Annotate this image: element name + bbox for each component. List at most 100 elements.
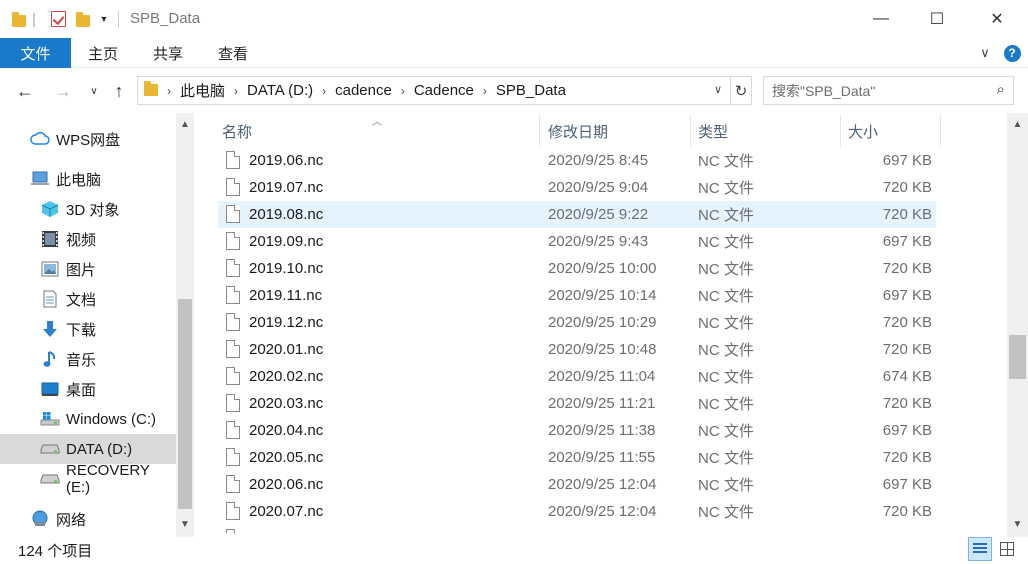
breadcrumb-chevron-icon[interactable]: › (167, 84, 171, 98)
table-row[interactable]: 2019.10.nc 2020/9/25 10:00 NC 文件 720 KB (218, 255, 936, 282)
scroll-down-chevron-icon[interactable]: ▼ (176, 515, 194, 533)
table-row[interactable]: 2020.07.nc 2020/9/25 12:04 NC 文件 720 KB (218, 498, 936, 525)
tab-file[interactable]: 文件 (0, 38, 71, 68)
breadcrumb-cadence-2[interactable]: Cadence (414, 82, 474, 99)
table-row[interactable]: 2019.07.nc 2020/9/25 9:04 NC 文件 720 KB (218, 174, 936, 201)
minimize-button[interactable]: — (858, 0, 904, 38)
large-icons-view-button[interactable] (995, 537, 1019, 561)
sidebar-item-label: 网络 (56, 511, 87, 529)
sidebar-item-pictures[interactable]: 图片 (0, 254, 176, 284)
table-row[interactable]: 2020.04.nc 2020/9/25 11:38 NC 文件 697 KB (218, 417, 936, 444)
file-list-scrollbar[interactable]: ▲ ▼ (1007, 113, 1028, 537)
recent-locations-chevron-icon[interactable]: ∨ (86, 80, 102, 102)
table-row[interactable]: 2019.12.nc 2020/9/25 10:29 NC 文件 720 KB (218, 309, 936, 336)
sidebar-item-videos[interactable]: 视频 (0, 224, 176, 254)
title-bar: | ▼ SPB_Data — ☐ ✕ (0, 0, 1028, 38)
tab-home[interactable]: 主页 (88, 38, 118, 68)
file-name: 2019.07.nc (249, 179, 324, 196)
table-row-partial[interactable] (218, 525, 936, 533)
address-bar[interactable]: › 此电脑 › DATA (D:) › cadence › Cadence › … (137, 76, 731, 105)
column-divider[interactable] (539, 115, 540, 147)
file-icon (226, 529, 240, 533)
customize-toolbar-chevron-icon[interactable]: ▼ (97, 9, 111, 29)
sidebar-item-recovery-e[interactable]: RECOVERY (E:) (0, 462, 176, 496)
title-separator (118, 11, 119, 28)
address-history-chevron-icon[interactable]: ∨ (714, 83, 722, 96)
help-button[interactable]: ? (1002, 38, 1022, 68)
file-icon (226, 421, 240, 439)
table-row[interactable]: 2019.09.nc 2020/9/25 9:43 NC 文件 697 KB (218, 228, 936, 255)
tab-view[interactable]: 查看 (218, 38, 248, 68)
file-size: 697 KB (882, 422, 932, 439)
sidebar-item-music[interactable]: 音乐 (0, 344, 176, 374)
back-arrow-icon[interactable]: ← (14, 80, 36, 102)
file-name: 2019.10.nc (249, 260, 324, 277)
sidebar-item-label: 视频 (66, 231, 97, 249)
table-row[interactable]: 2020.05.nc 2020/9/25 11:55 NC 文件 720 KB (218, 444, 936, 471)
maximize-button[interactable]: ☐ (914, 0, 960, 38)
breadcrumb-chevron-icon[interactable]: › (483, 84, 487, 98)
column-header-size[interactable]: 大小 (848, 115, 938, 147)
details-view-button[interactable] (968, 537, 992, 561)
properties-icon[interactable] (49, 9, 67, 29)
table-row[interactable]: 2020.02.nc 2020/9/25 11:04 NC 文件 674 KB (218, 363, 936, 390)
sidebar-item-network[interactable]: 网络 (0, 504, 176, 534)
toolbar-separator: | (32, 10, 36, 28)
file-type: NC 文件 (698, 153, 754, 170)
table-row[interactable]: 2019.11.nc 2020/9/25 10:14 NC 文件 697 KB (218, 282, 936, 309)
breadcrumb-chevron-icon[interactable]: › (322, 84, 326, 98)
file-date: 2020/9/25 12:04 (548, 476, 657, 493)
sidebar-item-desktop[interactable]: 桌面 (0, 374, 176, 404)
close-button[interactable]: ✕ (974, 0, 1020, 38)
column-header-date[interactable]: 修改日期 (548, 115, 688, 147)
breadcrumb-chevron-icon[interactable]: › (401, 84, 405, 98)
sidebar-item-label: DATA (D:) (66, 440, 133, 458)
table-row[interactable]: 2020.06.nc 2020/9/25 12:04 NC 文件 697 KB (218, 471, 936, 498)
sidebar-item-downloads[interactable]: 下载 (0, 314, 176, 344)
sidebar-item-wps-cloud[interactable]: WPS网盘 (0, 124, 176, 154)
table-row[interactable]: 2019.08.nc 2020/9/25 9:22 NC 文件 720 KB (218, 201, 936, 228)
scroll-up-chevron-icon[interactable]: ▲ (176, 115, 194, 133)
breadcrumb-chevron-icon[interactable]: › (234, 84, 238, 98)
sidebar-item-3d-objects[interactable]: 3D 对象 (0, 194, 176, 224)
file-type: NC 文件 (698, 234, 754, 251)
file-list-scroll-thumb[interactable] (1009, 335, 1026, 379)
column-divider[interactable] (940, 115, 941, 147)
up-arrow-icon[interactable]: ↑ (108, 80, 130, 102)
folder-icon[interactable] (10, 9, 28, 29)
sidebar-item-data-d[interactable]: DATA (D:) (0, 434, 176, 464)
file-date: 2020/9/25 10:29 (548, 314, 657, 331)
file-type: NC 文件 (698, 477, 754, 494)
file-type: NC 文件 (698, 369, 754, 386)
breadcrumb-data-drive[interactable]: DATA (D:) (247, 82, 313, 99)
breadcrumb-cadence[interactable]: cadence (335, 82, 392, 99)
sidebar-item-windows-c[interactable]: Windows (C:) (0, 404, 176, 434)
sidebar-item-documents[interactable]: 文档 (0, 284, 176, 314)
file-date: 2020/9/25 9:43 (548, 233, 649, 250)
column-header-name[interactable]: 名称 (222, 115, 538, 147)
table-row[interactable]: 2020.03.nc 2020/9/25 11:21 NC 文件 720 KB (218, 390, 936, 417)
breadcrumb-this-pc[interactable]: 此电脑 (180, 80, 225, 101)
breadcrumb-spb-data[interactable]: SPB_Data (496, 82, 566, 99)
sidebar-scroll-thumb[interactable] (178, 299, 192, 509)
sidebar-item-label: 桌面 (66, 381, 97, 399)
file-icon (226, 367, 240, 385)
expand-ribbon-chevron-icon[interactable]: ∨ (975, 38, 995, 68)
file-icon (226, 259, 240, 277)
search-input[interactable]: 搜索"SPB_Data" ⌕ (763, 76, 1014, 105)
table-row[interactable]: 2020.01.nc 2020/9/25 10:48 NC 文件 720 KB (218, 336, 936, 363)
column-divider[interactable] (840, 115, 841, 147)
column-divider[interactable] (690, 115, 691, 147)
tab-share[interactable]: 共享 (153, 38, 183, 68)
forward-arrow-icon[interactable]: → (52, 80, 74, 102)
column-header-type[interactable]: 类型 (698, 115, 838, 147)
sidebar-scrollbar[interactable]: ▲ ▼ (176, 113, 194, 537)
sidebar-item-label: 文档 (66, 291, 97, 309)
refresh-icon[interactable]: ↻ (731, 76, 752, 105)
scroll-up-chevron-icon[interactable]: ▲ (1007, 115, 1028, 133)
sidebar-item-this-pc[interactable]: 此电脑 (0, 164, 176, 194)
new-folder-icon[interactable] (76, 9, 90, 29)
scroll-down-chevron-icon[interactable]: ▼ (1007, 515, 1028, 533)
file-name: 2020.06.nc (249, 476, 324, 493)
table-row[interactable]: 2019.06.nc 2020/9/25 8:45 NC 文件 697 KB (218, 147, 936, 174)
